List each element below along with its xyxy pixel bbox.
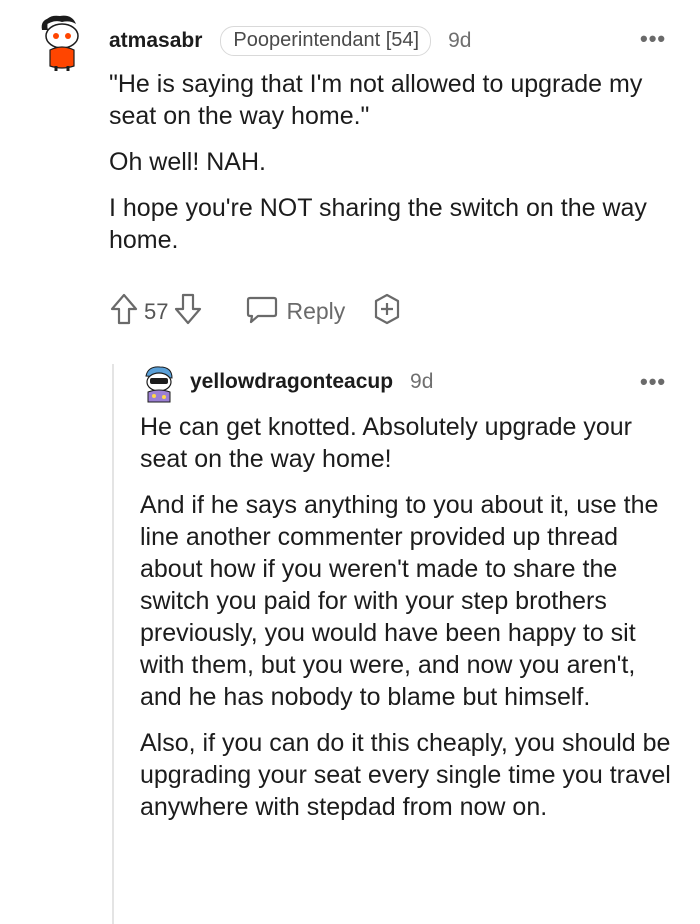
- downvote-icon[interactable]: [174, 293, 202, 330]
- comment-paragraph: And if he says anything to you about it,…: [140, 491, 659, 711]
- username[interactable]: atmasabr: [109, 29, 202, 53]
- comment-meta: atmasabr Pooperintendant [54] 9d: [109, 26, 471, 56]
- snoo-avatar-icon: [41, 15, 79, 71]
- comment-body: He can get knotted. Absolutely upgrade y…: [140, 411, 675, 837]
- comment-paragraph: He can get knotted. Absolutely upgrade y…: [140, 413, 632, 473]
- snoo-avatar-icon: [145, 366, 173, 403]
- comment-actions: 57 Reply: [110, 293, 403, 330]
- comment-paragraph: I hope you're NOT sharing the switch on …: [109, 194, 647, 254]
- more-icon[interactable]: •••: [640, 369, 666, 395]
- avatar[interactable]: [36, 12, 84, 71]
- comment-meta: yellowdragonteacup 9d: [190, 370, 433, 394]
- vote-count: 57: [144, 298, 169, 324]
- comment-paragraph: Also, if you can do it this cheaply, you…: [140, 729, 671, 821]
- more-icon[interactable]: •••: [640, 26, 666, 52]
- upvote-icon[interactable]: [110, 293, 138, 330]
- timestamp[interactable]: 9d: [448, 29, 471, 53]
- thread-line[interactable]: [112, 364, 114, 924]
- reply-label: Reply: [286, 298, 346, 324]
- user-flair: Pooperintendant [54]: [220, 26, 432, 56]
- comment-paragraph: Oh well! NAH.: [109, 148, 266, 176]
- reply-icon: [246, 294, 278, 329]
- comment-body: "He is saying that I'm not allowed to up…: [109, 68, 669, 270]
- comment-paragraph: "He is saying that I'm not allowed to up…: [109, 70, 643, 130]
- timestamp[interactable]: 9d: [410, 370, 433, 394]
- award-icon[interactable]: [371, 293, 403, 330]
- reply-button[interactable]: Reply: [246, 294, 345, 329]
- avatar[interactable]: [140, 364, 176, 404]
- username[interactable]: yellowdragonteacup: [190, 370, 393, 394]
